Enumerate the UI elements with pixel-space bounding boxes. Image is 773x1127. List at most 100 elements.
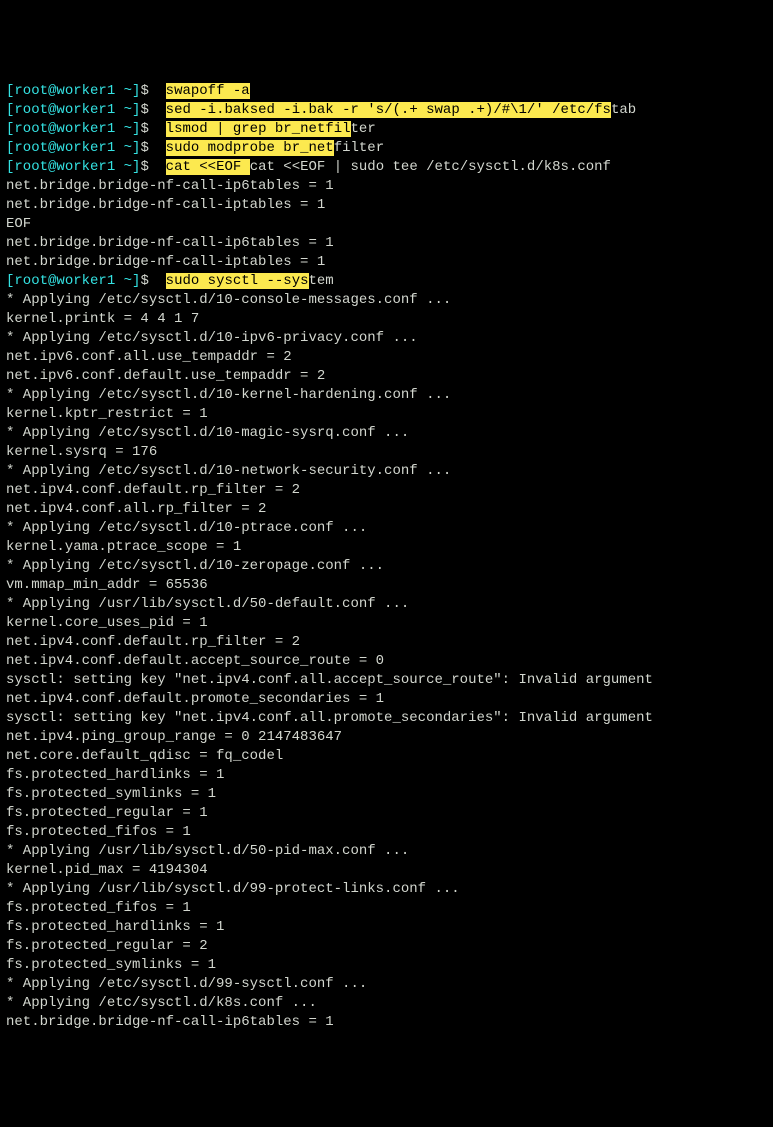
terminal-line: * Applying /etc/sysctl.d/10-network-secu… [6, 462, 767, 481]
highlighted-command-text: sed -i.bak -r 's/(.+ swap .+)/#\1/' /etc… [250, 102, 611, 118]
output-text: fs.protected_fifos = 1 [6, 900, 191, 916]
output-text: fs.protected_symlinks = 1 [6, 786, 216, 802]
terminal-line: net.ipv4.conf.default.promote_secondarie… [6, 690, 767, 709]
prompt-dollar: $ [140, 140, 157, 156]
terminal-line: * Applying /etc/sysctl.d/k8s.conf ... [6, 994, 767, 1013]
output-text: net.bridge.bridge-nf-call-ip6tables = 1 [6, 1014, 334, 1030]
output-text: fs.protected_hardlinks = 1 [6, 767, 224, 783]
output-text: kernel.yama.ptrace_scope = 1 [6, 539, 241, 555]
terminal-line: net.ipv4.conf.default.accept_source_rout… [6, 652, 767, 671]
output-text: * Applying /etc/sysctl.d/10-kernel-harde… [6, 387, 451, 403]
terminal-line: net.core.default_qdisc = fq_codel [6, 747, 767, 766]
output-text: fs.protected_regular = 1 [6, 805, 208, 821]
terminal-line: * Applying /etc/sysctl.d/10-ipv6-privacy… [6, 329, 767, 348]
terminal-line: * Applying /etc/sysctl.d/10-magic-sysrq.… [6, 424, 767, 443]
terminal-line: net.bridge.bridge-nf-call-iptables = 1 [6, 196, 767, 215]
prompt-dollar: $ [140, 83, 157, 99]
terminal-line: fs.protected_hardlinks = 1 [6, 766, 767, 785]
prompt-path: ~ [115, 121, 132, 137]
output-text: * Applying /etc/sysctl.d/10-network-secu… [6, 463, 451, 479]
output-text: kernel.printk = 4 4 1 7 [6, 311, 199, 327]
prompt-host: worker1 [56, 83, 115, 99]
prompt-dollar: $ [140, 121, 157, 137]
prompt-user: root [14, 140, 48, 156]
output-text: kernel.core_uses_pid = 1 [6, 615, 208, 631]
terminal-line: vm.mmap_min_addr = 65536 [6, 576, 767, 595]
output-text: * Applying /usr/lib/sysctl.d/50-default.… [6, 596, 409, 612]
output-text: fs.protected_fifos = 1 [6, 824, 191, 840]
command-text: tab [611, 102, 636, 118]
terminal-line: kernel.printk = 4 4 1 7 [6, 310, 767, 329]
terminal-line: net.bridge.bridge-nf-call-ip6tables = 1 [6, 1013, 767, 1032]
highlighted-command-text: cat <<EOF [166, 159, 250, 175]
terminal-line: [root@worker1 ~]$ lsmod | grep br_netfil… [6, 120, 767, 139]
terminal-line: net.bridge.bridge-nf-call-ip6tables = 1 [6, 177, 767, 196]
terminal-line: * Applying /usr/lib/sysctl.d/50-pid-max.… [6, 842, 767, 861]
command-text [157, 159, 165, 175]
terminal-line: * Applying /usr/lib/sysctl.d/99-protect-… [6, 880, 767, 899]
output-text: sysctl: setting key "net.ipv4.conf.all.a… [6, 672, 653, 688]
terminal-line: net.ipv4.conf.default.rp_filter = 2 [6, 481, 767, 500]
highlighted-command-text: sudo sysctl --sys [166, 273, 309, 289]
output-text: * Applying /etc/sysctl.d/10-ipv6-privacy… [6, 330, 418, 346]
prompt-host: worker1 [56, 121, 115, 137]
output-text: net.bridge.bridge-nf-call-ip6tables = 1 [6, 178, 334, 194]
output-text: * Applying /etc/sysctl.d/10-zeropage.con… [6, 558, 384, 574]
terminal-line: fs.protected_regular = 1 [6, 804, 767, 823]
terminal-line: net.ipv4.conf.all.rp_filter = 2 [6, 500, 767, 519]
command-text [157, 273, 165, 289]
terminal-line: [root@worker1 ~]$ sed -i.baksed -i.bak -… [6, 101, 767, 120]
output-text: kernel.kptr_restrict = 1 [6, 406, 208, 422]
output-text: fs.protected_regular = 2 [6, 938, 208, 954]
output-text: sysctl: setting key "net.ipv4.conf.all.p… [6, 710, 653, 726]
output-text: net.ipv6.conf.default.use_tempaddr = 2 [6, 368, 325, 384]
command-text: tem [309, 273, 334, 289]
prompt-path: ~ [115, 273, 132, 289]
output-text: * Applying /etc/sysctl.d/99-sysctl.conf … [6, 976, 367, 992]
terminal-line: * Applying /etc/sysctl.d/10-zeropage.con… [6, 557, 767, 576]
prompt-user: root [14, 121, 48, 137]
output-text: kernel.sysrq = 176 [6, 444, 157, 460]
prompt-path: ~ [115, 102, 132, 118]
terminal-line: net.ipv4.conf.default.rp_filter = 2 [6, 633, 767, 652]
prompt-user: root [14, 159, 48, 175]
terminal-output[interactable]: [root@worker1 ~]$ swapoff -a[root@worker… [6, 82, 767, 1032]
terminal-line: kernel.yama.ptrace_scope = 1 [6, 538, 767, 557]
prompt-user: root [14, 273, 48, 289]
prompt-host: worker1 [56, 102, 115, 118]
highlighted-command-text: swapoff -a [166, 83, 250, 99]
highlighted-command-text: sed -i.bak [166, 102, 250, 118]
terminal-line: EOF [6, 215, 767, 234]
output-text: net.ipv4.ping_group_range = 0 2147483647 [6, 729, 342, 745]
terminal-line: fs.protected_symlinks = 1 [6, 956, 767, 975]
terminal-line: [root@worker1 ~]$ sudo modprobe br_netfi… [6, 139, 767, 158]
terminal-line: * Applying /etc/sysctl.d/10-kernel-harde… [6, 386, 767, 405]
output-text: fs.protected_symlinks = 1 [6, 957, 216, 973]
output-text: * Applying /etc/sysctl.d/k8s.conf ... [6, 995, 317, 1011]
terminal-line: [root@worker1 ~]$ sudo sysctl --system [6, 272, 767, 291]
command-text [157, 140, 165, 156]
prompt-dollar: $ [140, 159, 157, 175]
terminal-line: sysctl: setting key "net.ipv4.conf.all.p… [6, 709, 767, 728]
terminal-line: kernel.sysrq = 176 [6, 443, 767, 462]
output-text: net.ipv4.conf.default.promote_secondarie… [6, 691, 384, 707]
prompt-path: ~ [115, 159, 132, 175]
command-text [157, 83, 165, 99]
terminal-line: kernel.kptr_restrict = 1 [6, 405, 767, 424]
highlighted-command-text: sudo modprobe br_net [166, 140, 334, 156]
prompt-dollar: $ [140, 273, 157, 289]
command-text [157, 121, 165, 137]
output-text: net.bridge.bridge-nf-call-ip6tables = 1 [6, 235, 334, 251]
output-text: net.ipv4.conf.default.accept_source_rout… [6, 653, 384, 669]
terminal-line: net.bridge.bridge-nf-call-iptables = 1 [6, 253, 767, 272]
command-text [157, 102, 165, 118]
terminal-line: net.bridge.bridge-nf-call-ip6tables = 1 [6, 234, 767, 253]
command-text: filter [334, 140, 384, 156]
terminal-line: fs.protected_symlinks = 1 [6, 785, 767, 804]
prompt-path: ~ [115, 83, 132, 99]
prompt-path: ~ [115, 140, 132, 156]
terminal-line: [root@worker1 ~]$ swapoff -a [6, 82, 767, 101]
output-text: * Applying /usr/lib/sysctl.d/50-pid-max.… [6, 843, 409, 859]
output-text: net.ipv6.conf.all.use_tempaddr = 2 [6, 349, 292, 365]
terminal-line: kernel.pid_max = 4194304 [6, 861, 767, 880]
